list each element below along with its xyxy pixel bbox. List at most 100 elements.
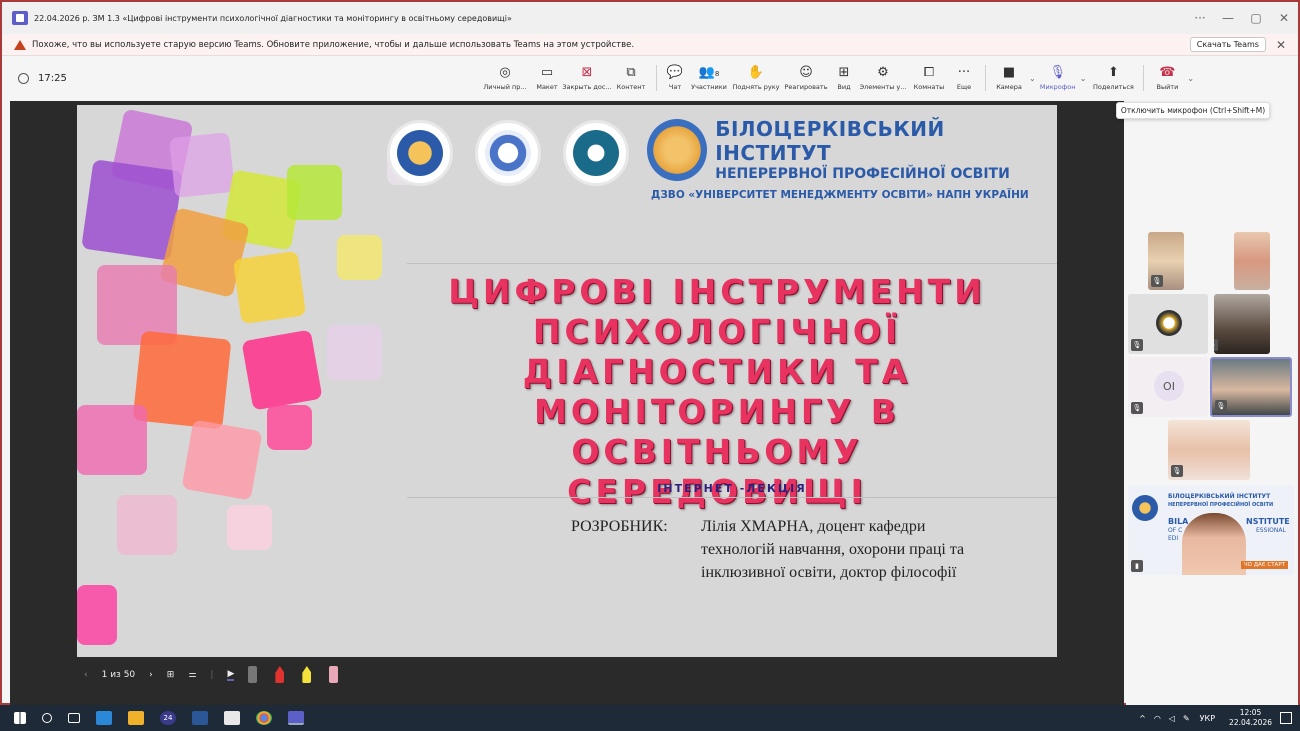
title-line: МОНІТОРИНГУ В <box>534 392 900 431</box>
divider <box>407 497 1057 498</box>
toolbar-divider <box>656 65 657 91</box>
presenter-controls: ‹ 1 из 50 › ⊞ ⚌ | ▶ <box>84 666 356 683</box>
more-icon[interactable]: ··· <box>1186 11 1214 25</box>
leave-button[interactable]: ☎ Выйти <box>1150 56 1184 100</box>
page-indicator: 1 из 50 <box>101 669 136 680</box>
view-button[interactable]: ⊞ Вид <box>831 56 857 100</box>
calendar-icon[interactable]: 24 <box>160 711 176 725</box>
start-icon[interactable] <box>14 712 26 724</box>
participants-button[interactable]: 👥8 Участники <box>687 56 731 100</box>
settings-icon[interactable]: ⚌ <box>188 670 196 680</box>
chat-button[interactable]: 💬 Чат <box>663 56 687 100</box>
participant-initials: OI <box>1154 371 1184 401</box>
explorer-icon[interactable] <box>128 711 144 725</box>
pen-tool-icon[interactable] <box>248 666 258 683</box>
apps-icon: ⚙ <box>877 65 889 80</box>
highlighter-tool-icon[interactable] <box>302 666 312 683</box>
microphone-button[interactable]: 🎙 Микрофон <box>1039 56 1077 100</box>
people-icon: 👥8 <box>698 65 720 80</box>
shared-content-stage: БІЛОЦЕРКІВСЬКИЙ ІНСТИТУТ НЕПЕРЕРВНОЇ ПРО… <box>10 101 1124 705</box>
mic-muted-icon: 🎙 <box>1151 275 1163 287</box>
dismiss-warning-button[interactable]: ✕ <box>1276 38 1286 52</box>
task-view-icon[interactable] <box>68 713 80 723</box>
decor-square <box>77 585 117 645</box>
pen-icon[interactable]: ✎ <box>1183 714 1190 723</box>
red-pen-tool-icon[interactable] <box>275 666 285 683</box>
participant-video-active[interactable]: 🎙 <box>1210 357 1292 417</box>
leave-options-chevron[interactable]: ⌄ <box>1187 74 1194 83</box>
grid-icon: ⊞ <box>838 65 850 80</box>
rooms-icon: ⧠ <box>923 65 935 80</box>
layout-icon: ▭ <box>540 65 554 80</box>
institute-affiliation: ДЗВО «УНІВЕРСИТЕТ МЕНЕДЖМЕНТУ ОСВІТИ» НА… <box>651 189 1029 201</box>
mic-muted-icon: 🎙 <box>1214 339 1218 351</box>
language-indicator[interactable]: УКР <box>1200 714 1215 723</box>
author-line: Лілія ХМАРНА, доцент кафедри <box>701 518 926 535</box>
teams-icon <box>12 11 28 25</box>
institute-subname: НЕПЕРЕРВНОЇ ПРОФЕСІЙНОЇ ОСВІТИ <box>715 166 1010 182</box>
institute-name: БІЛОЦЕРКІВСЬКИЙ ІНСТИТУТ <box>715 117 945 165</box>
meeting-timer: 17:25 <box>18 72 478 84</box>
system-tray: ^ ◠ ◁ ✎ УКР 12:05 22.04.2026 <box>1135 708 1292 728</box>
personal-background-button[interactable]: ◎ Личный пр... <box>478 56 532 100</box>
participant-video[interactable]: 🎙 <box>1214 294 1270 354</box>
word-icon[interactable] <box>192 711 208 725</box>
participants-panel: 🎙 🎙 🎙 🎙 OI 🎙 🎙 🎙 БІЛОЦЕРКІВСЬКИЙ ІНСТИТУ… <box>1126 101 1298 705</box>
chevron-up-icon[interactable]: ^ <box>1139 714 1146 723</box>
camera-button[interactable]: ■ Камера <box>992 56 1026 100</box>
grid-view-icon[interactable]: ⊞ <box>167 670 175 680</box>
meeting-time: 17:25 <box>38 72 67 84</box>
pointer-tool-icon[interactable]: ▶ <box>227 669 235 681</box>
mic-muted-icon: 🎙 <box>1171 465 1183 477</box>
microphone-options-chevron[interactable]: ⌄ <box>1080 74 1087 83</box>
decor-square <box>241 329 323 411</box>
raise-hand-button[interactable]: ✋ Поднять руку <box>731 56 781 100</box>
institute-emblem <box>1132 495 1158 521</box>
participant-tile[interactable]: OI 🎙 <box>1128 357 1208 417</box>
decor-square <box>169 132 235 198</box>
content-icon: ⧉ <box>626 65 636 80</box>
participant-video[interactable]: 🎙 <box>1168 420 1250 480</box>
participant-video-shared[interactable]: БІЛОЦЕРКІВСЬКИЙ ІНСТИТУТ НЕПЕРЕРВНОЇ ПРОФ… <box>1128 485 1294 575</box>
more-button[interactable]: ··· Еще <box>949 56 979 100</box>
search-icon[interactable] <box>42 713 52 723</box>
teams-icon[interactable] <box>288 711 304 725</box>
rooms-button[interactable]: ⧠ Комнаты <box>909 56 949 100</box>
stop-sharing-button[interactable]: ⊠ Закрыть дос... <box>562 56 612 100</box>
next-slide-button[interactable]: › <box>149 670 153 680</box>
divider <box>407 263 1057 264</box>
participant-face <box>1182 513 1246 575</box>
chrome-icon[interactable] <box>256 711 272 725</box>
notifications-icon[interactable] <box>1280 712 1292 724</box>
decor-square <box>227 505 272 550</box>
minimize-button[interactable]: — <box>1214 11 1242 25</box>
toolbar-divider <box>985 65 986 91</box>
app-icon[interactable] <box>96 711 112 725</box>
elements-button[interactable]: ⚙ Элементы у... <box>857 56 909 100</box>
app-icon[interactable] <box>224 711 240 725</box>
maximize-button[interactable]: ▢ <box>1242 11 1270 25</box>
network-icon[interactable]: ◠ <box>1154 714 1161 723</box>
clock[interactable]: 12:05 22.04.2026 <box>1229 708 1272 728</box>
content-button[interactable]: ⧉ Контент <box>612 56 650 100</box>
close-button[interactable]: ✕ <box>1270 11 1298 25</box>
banner-text: OF C <box>1168 527 1183 534</box>
participant-video[interactable]: 🎙 <box>1128 294 1208 354</box>
participant-video[interactable]: 🎙 <box>1234 232 1270 290</box>
author-line: інклюзивної освіти, доктор філософії <box>701 564 957 581</box>
decor-square <box>117 495 177 555</box>
participant-video[interactable]: 🎙 <box>1148 232 1184 290</box>
camera-options-chevron[interactable]: ⌄ <box>1029 74 1036 83</box>
hand-icon: ✋ <box>747 65 765 80</box>
share-button[interactable]: ⬆ Поделиться <box>1089 56 1137 100</box>
eraser-tool-icon[interactable] <box>329 666 339 683</box>
meeting-toolbar: 17:25 ◎ Личный пр... ▭ Макет ⊠ Закрыть дос.… <box>2 56 1298 100</box>
mic-muted-icon: 🎙 <box>1131 402 1143 414</box>
banner-text: ЧО ДАЄ СТАРТ <box>1240 561 1288 569</box>
prev-slide-button[interactable]: ‹ <box>84 670 88 680</box>
download-teams-button[interactable]: Скачать Teams <box>1189 37 1266 52</box>
microphone-tooltip: Отключить микрофон (Ctrl+Shift+M) <box>1116 102 1270 119</box>
volume-icon[interactable]: ◁ <box>1169 714 1175 723</box>
layout-button[interactable]: ▭ Макет <box>532 56 562 100</box>
react-button[interactable]: ☺ Реагировать <box>781 56 831 100</box>
